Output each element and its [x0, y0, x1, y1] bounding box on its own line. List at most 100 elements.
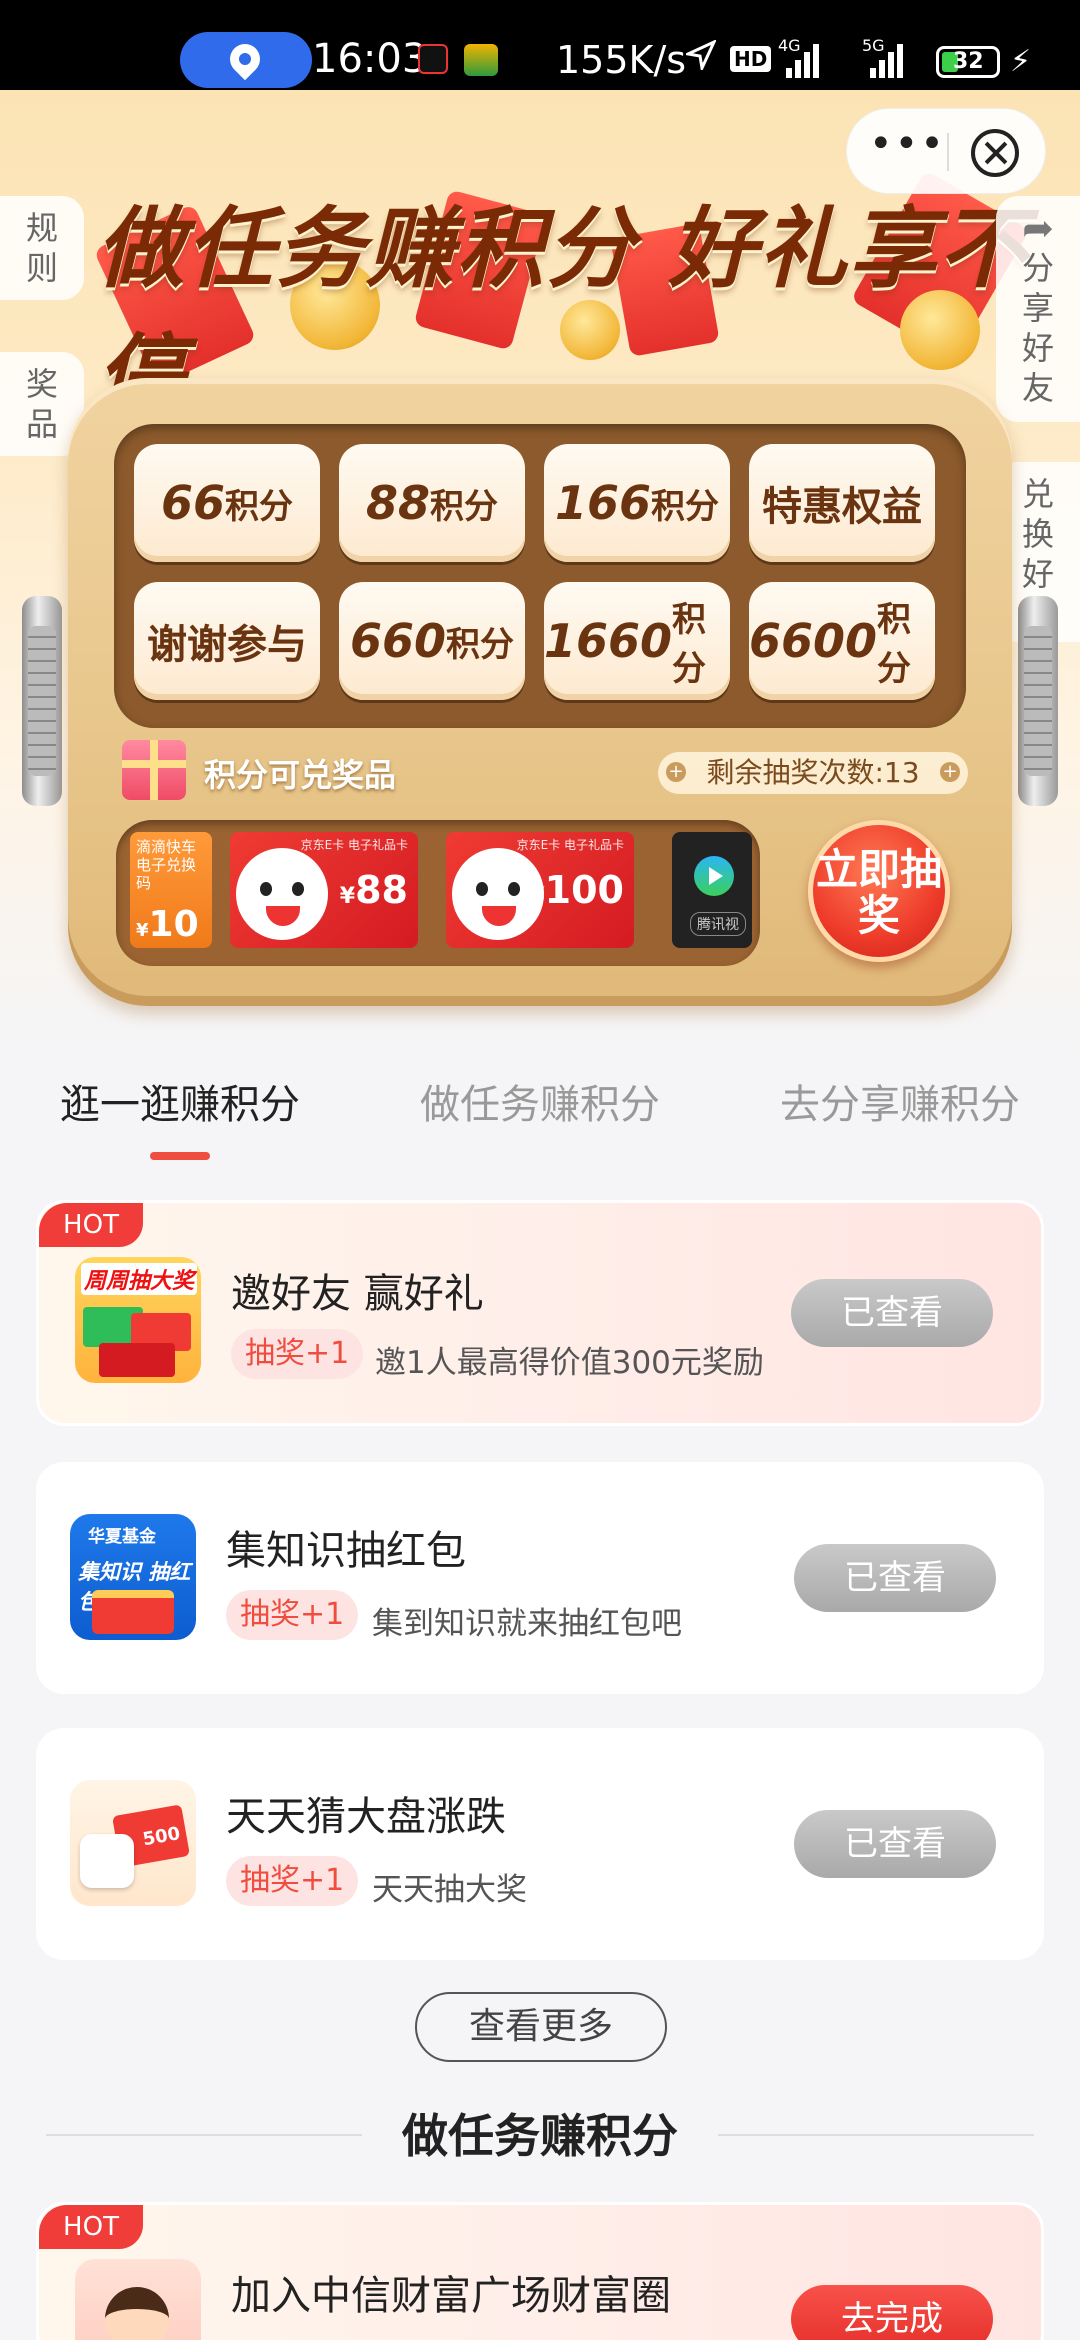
signal-5g-icon: 5G	[862, 36, 910, 78]
tile-label: 谢谢参与	[147, 622, 307, 668]
tencent-card-label: 腾讯视	[690, 912, 746, 936]
tencent-video-card[interactable]: 腾讯视	[672, 832, 752, 948]
draw-now-button[interactable]: 立即抽奖	[808, 820, 950, 962]
didi-card-subtitle: 电子兑换码	[136, 856, 197, 892]
prize-tile: 1660 积分	[544, 582, 730, 700]
prize-tile: 660 积分	[339, 582, 525, 700]
task-description: 邀1人最高得价值300元奖励	[375, 1345, 764, 1381]
share-friends-tab[interactable]: ➦ 分享好友	[996, 196, 1080, 422]
jd-mascot-icon	[236, 848, 328, 940]
tile-unit: 积分	[877, 600, 912, 689]
navigation-arrow-icon	[686, 40, 716, 70]
task-viewed-button[interactable]: 已查看	[794, 1810, 996, 1878]
task-description: 集到知识就来抽红包吧	[372, 1606, 682, 1642]
prize-grid: 66 积分 88 积分 166 积分 特惠权益 谢谢参与 660 积分 1660 积分 6…	[114, 424, 966, 728]
close-icon[interactable]	[971, 129, 1019, 177]
prize-label: 积分可兑奖品	[204, 756, 397, 794]
jd-value-amount: 100	[544, 868, 624, 912]
view-more-button[interactable]: 查看更多	[415, 1992, 667, 2062]
battery-icon: 32	[936, 46, 1000, 78]
jd-giftcard-100[interactable]: 京东E卡 电子礼品卡 ¥100	[446, 832, 634, 948]
task-viewed-button[interactable]: 已查看	[794, 1544, 996, 1612]
task-reward-tag: 抽奖+1	[226, 1856, 359, 1906]
currency-symbol: ¥	[529, 884, 545, 909]
signal-4g-icon: 4G	[778, 36, 826, 78]
tile-points: 66	[160, 476, 225, 530]
active-tab-indicator	[150, 1152, 210, 1160]
hot-badge: HOT	[39, 1203, 143, 1247]
icon-caption: 500	[141, 1823, 182, 1851]
jd-card-header: 京东E卡 电子礼品卡	[300, 838, 408, 852]
task-reward-tag: 抽奖+1	[231, 1329, 364, 1379]
tab-task-earn[interactable]: 做任务赚积分	[420, 1072, 660, 1130]
knowledge-redpacket-icon: 华夏基金 集知识 抽红包	[70, 1514, 196, 1640]
location-pin-icon	[223, 37, 267, 81]
task-description: 天天抽大奖	[372, 1872, 527, 1908]
weekly-lottery-icon: 周周抽大奖	[75, 1257, 201, 1383]
task-card: 500 天天猜大盘涨跌 抽奖+1 天天抽大奖 已查看	[36, 1728, 1044, 1960]
tile-unit: 积分	[430, 486, 498, 527]
tile-label: 特惠权益	[762, 484, 922, 530]
currency-symbol: ¥	[339, 884, 356, 909]
icon-caption: 华夏基金	[88, 1527, 156, 1547]
tab-browse-earn[interactable]: 逛一逛赚积分	[60, 1072, 300, 1130]
task-title: 集知识抽红包	[226, 1528, 466, 1574]
section-title: 做任务赚积分	[402, 2109, 678, 2163]
didi-card-value: ¥10	[136, 907, 199, 943]
prize-tile: 66 积分	[134, 444, 320, 562]
tile-unit: 积分	[672, 600, 707, 689]
jd-card-header: 京东E卡 电子礼品卡	[516, 838, 624, 852]
app-notification-icon	[464, 44, 498, 76]
jd-card-value: ¥88	[340, 868, 408, 912]
lottery-machine: 66 积分 88 积分 166 积分 特惠权益 谢谢参与 660 积分 1660 积分 6…	[68, 378, 1012, 1006]
tile-points: 1660	[544, 614, 673, 668]
tile-unit: 积分	[651, 486, 720, 527]
hd-voice-icon: HD	[730, 46, 772, 72]
tencent-video-icon	[694, 856, 734, 896]
prize-tile: 166 积分	[544, 444, 730, 562]
tile-points: 166	[554, 476, 652, 530]
tile-points: 6600	[749, 614, 878, 668]
rules-tab[interactable]: 规则	[0, 196, 84, 300]
task-go-button[interactable]: 去完成	[791, 2285, 993, 2340]
status-bar: 16:03 155K/s HD 4G 5G 32 ⚡	[0, 0, 1080, 90]
didi-value-amount: 10	[148, 904, 199, 945]
tile-points: 88	[365, 476, 430, 530]
task-title: 邀好友 赢好礼	[231, 1271, 484, 1317]
network-type-5g: 5G	[862, 36, 885, 55]
network-type-4g: 4G	[778, 36, 801, 55]
battery-level: 32	[953, 49, 984, 74]
tiktok-app-icon	[418, 44, 448, 74]
prize-tile: 6600 积分	[749, 582, 935, 700]
tile-points: 660	[349, 614, 447, 668]
task-reward-tag: 抽奖+1	[226, 1590, 359, 1640]
prize-carousel[interactable]: 滴滴快车 电子兑换码 ¥10 京东E卡 电子礼品卡 ¥88 京东E卡 电子礼品卡…	[116, 820, 760, 966]
location-indicator	[180, 32, 312, 88]
network-speed: 155K/s	[556, 38, 687, 82]
task-card: HOT 加入中信财富广场财富圈 去完成	[36, 2202, 1044, 2340]
prize-tile: 88 积分	[339, 444, 525, 562]
tile-unit: 积分	[225, 486, 293, 527]
jd-card-value: ¥100	[529, 868, 624, 912]
tab-share-earn[interactable]: 去分享赚积分	[780, 1072, 1020, 1130]
more-options-icon[interactable]: •••	[869, 121, 946, 167]
jd-giftcard-88[interactable]: 京东E卡 电子礼品卡 ¥88	[230, 832, 418, 948]
market-guess-icon: 500	[70, 1780, 196, 1906]
task-title: 加入中信财富广场财富圈	[231, 2273, 671, 2319]
task-title: 天天猜大盘涨跌	[226, 1794, 506, 1840]
machine-knob-left	[22, 596, 62, 806]
prize-tile: 特惠权益	[749, 444, 935, 562]
status-time: 16:03	[312, 36, 428, 82]
icon-caption: 周周抽大奖	[81, 1263, 198, 1295]
currency-symbol: ¥	[136, 920, 149, 941]
didi-card-title: 滴滴快车	[136, 838, 197, 856]
prize-tile: 谢谢参与	[134, 582, 320, 700]
hot-badge: HOT	[39, 2205, 143, 2249]
task-viewed-button[interactable]: 已查看	[791, 1279, 993, 1347]
task-card: HOT 周周抽大奖 邀好友 赢好礼 抽奖+1 邀1人最高得价值300元奖励 已查…	[36, 1200, 1044, 1426]
gift-icon	[122, 740, 186, 800]
tile-unit: 积分	[446, 624, 515, 665]
task-card: 华夏基金 集知识 抽红包 集知识抽红包 抽奖+1 集到知识就来抽红包吧 已查看	[36, 1462, 1044, 1694]
didi-voucher-card[interactable]: 滴滴快车 电子兑换码 ¥10	[130, 832, 212, 948]
share-friends-label: 分享好友	[1021, 249, 1054, 407]
